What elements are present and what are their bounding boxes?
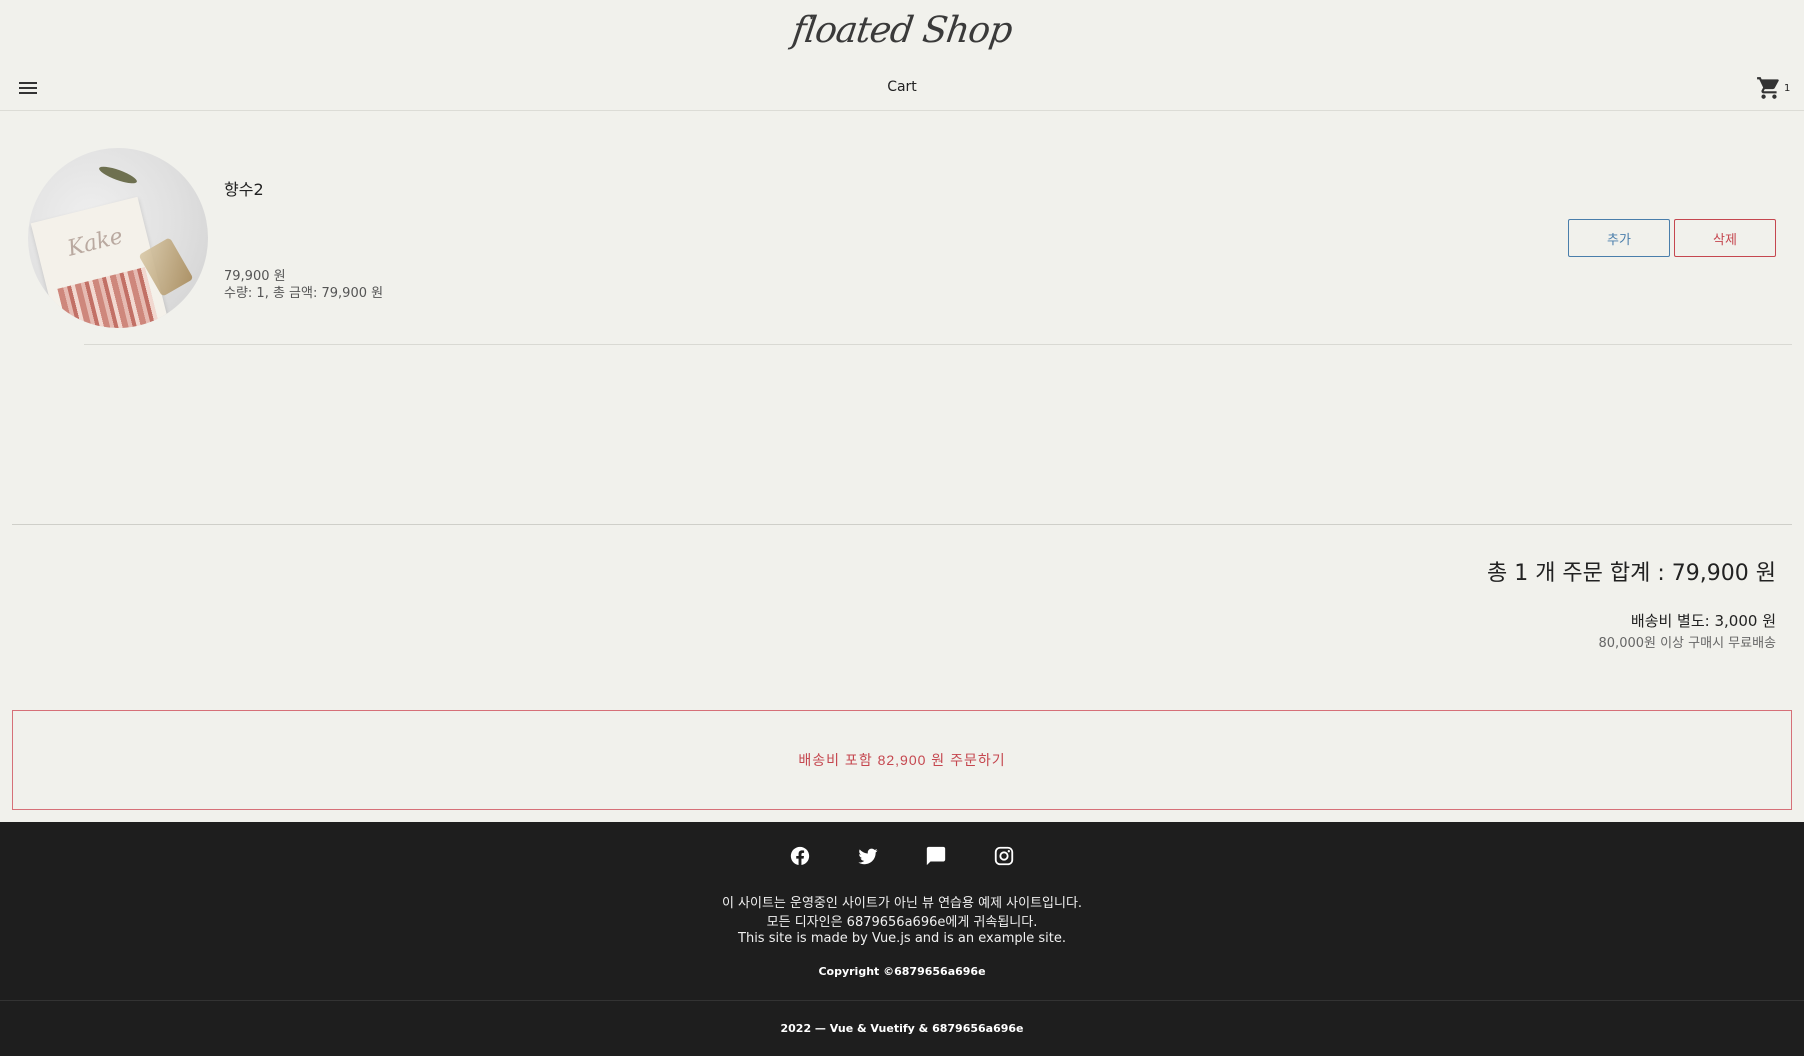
bottom-credit: 2022 — Vue & Vuetify & 6879656a696e: [780, 1022, 1024, 1035]
cart-count-badge: 1: [1784, 83, 1791, 94]
product-quantity-total: 수량: 1, 총 금액: 79,900 원: [224, 286, 384, 301]
product-name: 향수2: [224, 180, 264, 199]
cart-button[interactable]: 1: [1756, 75, 1796, 103]
page-title: Cart: [887, 79, 917, 95]
shipping-fee: 배송비 별도: 3,000 원: [1630, 612, 1776, 630]
add-button[interactable]: 추가: [1568, 219, 1670, 257]
free-shipping-note: 80,000원 이상 구매시 무료배송: [1598, 636, 1776, 651]
footer: 이 사이트는 운영중인 사이트가 아닌 뷰 연습용 예제 사이트입니다. 모든 …: [0, 822, 1804, 1000]
section-divider: [12, 524, 1792, 525]
cart-icon: [1757, 77, 1779, 99]
bottom-bar: 2022 — Vue & Vuetify & 6879656a696e: [0, 1000, 1804, 1056]
delete-button[interactable]: 삭제: [1674, 219, 1776, 257]
social-links: [0, 844, 1804, 868]
order-button[interactable]: 배송비 포함 82,900 원 주문하기: [12, 710, 1792, 810]
item-divider: [84, 344, 1792, 345]
footer-notice: 이 사이트는 운영중인 사이트가 아닌 뷰 연습용 예제 사이트입니다.: [721, 896, 1083, 911]
instagram-icon[interactable]: [992, 844, 1016, 868]
order-total: 총 1 개 주문 합계 : 79,900 원: [1486, 561, 1776, 586]
facebook-icon[interactable]: [788, 844, 812, 868]
app-header: floated Shop Cart 1: [0, 0, 1804, 111]
product-image: Kake: [28, 148, 208, 328]
twitter-icon[interactable]: [856, 844, 880, 868]
message-icon[interactable]: [924, 844, 948, 868]
shop-logo[interactable]: floated Shop: [0, 10, 1804, 51]
footer-design-credit: 모든 디자인은 6879656a696e에게 귀속됩니다.: [766, 915, 1038, 930]
footer-made-by: This site is made by Vue.js and is an ex…: [738, 931, 1066, 946]
copyright: Copyright ©6879656a696e: [818, 965, 986, 978]
